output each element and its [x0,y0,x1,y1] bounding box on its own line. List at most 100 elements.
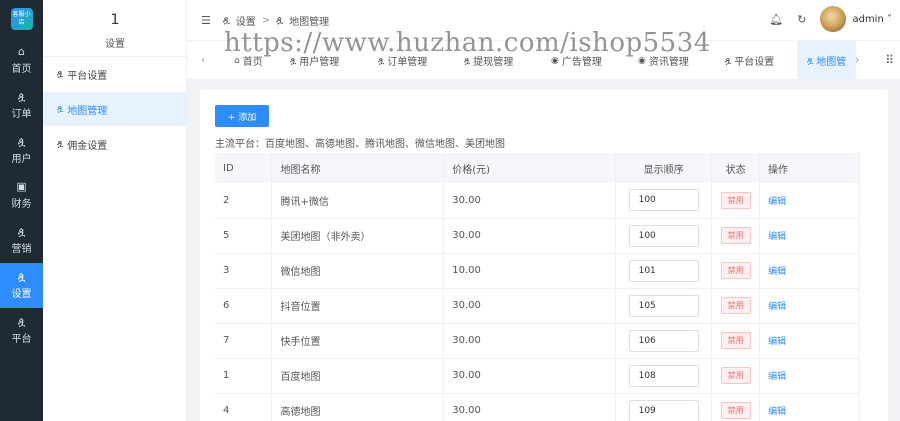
tab-6[interactable]: ዿ 平台设置 [725,41,774,80]
user-icon: ዿ [17,315,26,328]
rail-item-3[interactable]: ▣ 财务 [0,173,43,218]
sidebar-item-0[interactable]: ዿ 平台设置 [43,57,187,91]
cell-order [615,358,713,393]
sidebar-item-2[interactable]: ዿ 佣金设置 [43,127,187,161]
add-button[interactable]: + 添加 [215,105,269,127]
breadcrumb: ዿ 设置 > ዿ 地图管理 [223,13,335,28]
tab-label: 地图管 [816,57,847,68]
breadcrumb-item-map: 地图管理 [289,16,330,28]
home-icon: ⌂ [18,45,25,58]
map-management-card: + 添加 主流平台：百度地图、高德地图、腾讯地图、微信地图、美团地图 ID 地图… [200,90,888,421]
cell-status: 禁用 [711,183,761,218]
status-badge[interactable]: 禁用 [720,332,751,349]
edit-link[interactable]: 编辑 [768,232,786,242]
status-badge[interactable]: 禁用 [720,297,751,314]
status-badge[interactable]: 禁用 [720,227,751,244]
cell-status: 禁用 [711,218,761,253]
table-row: 2腾讯+微信30.00 禁用 编辑 [215,183,860,218]
rail-item-6[interactable]: ዿ 平台 [0,308,43,353]
cell-id: 6 [215,288,273,323]
grid-icon[interactable]: ⠿ [885,53,894,67]
cell-name: 快手位置 [271,323,445,358]
cell-order [615,253,713,288]
order-input[interactable] [628,224,699,247]
status-badge[interactable]: 禁用 [720,191,751,209]
rail-item-1[interactable]: ዿ 订单 [0,83,43,128]
rail-item-label: 财务 [11,199,32,210]
edit-link[interactable]: 编辑 [768,302,786,312]
cell-price: 30.00 [443,218,617,253]
cell-name: 腾讯+微信 [271,183,445,218]
table-row: 7快手位置30.00 禁用 编辑 [215,323,860,358]
edit-link[interactable]: 编辑 [768,407,786,417]
breadcrumb-item-settings[interactable]: 设置 [236,13,256,28]
rail-item-2[interactable]: ዿ 用户 [0,128,43,173]
order-input[interactable] [628,294,699,317]
app-logo[interactable]: 客服小店 [0,0,43,38]
cell-operation: 编辑 [759,358,860,393]
rail-item-5[interactable]: ዿ 设置 [0,263,43,308]
status-badge[interactable]: 禁用 [720,367,751,384]
cell-price: 30.00 [443,393,617,421]
edit-link[interactable]: 编辑 [768,267,786,277]
menu-fold-icon[interactable]: ☰ [201,14,211,27]
user-icon: ዿ [17,135,26,148]
cell-id: 7 [215,323,273,358]
cell-operation: 编辑 [759,183,860,218]
order-input[interactable] [628,364,699,387]
cell-name: 微信地图 [271,253,445,288]
cell-order [615,288,713,323]
cell-id: 4 [215,393,273,421]
cell-order [615,323,713,358]
tab-label: 平台设置 [734,57,775,68]
bell-icon[interactable]: 🔔︎ [769,13,783,26]
rail-item-label: 订单 [11,109,32,120]
sidebar-item-1[interactable]: ዿ 地图管理 [43,92,187,126]
cell-id: 1 [215,358,273,393]
user-icon: ዿ [725,55,732,66]
cell-operation: 编辑 [759,288,860,323]
chevron-right-icon[interactable]: › [855,53,859,66]
col-id: ID [215,153,273,183]
edit-link[interactable]: 编辑 [768,197,786,207]
tab-7[interactable]: ዿ 地图管 [797,41,857,80]
table-row: 6抖音位置30.00 禁用 编辑 [215,288,860,323]
user-icon: ዿ [57,139,64,149]
order-input[interactable] [628,189,699,212]
wallet-icon: ▣ [16,180,27,193]
user-icon: ዿ [276,14,284,26]
order-input[interactable] [628,399,699,421]
map-table: ID 地图名称 价格(元) 显示顺序 状态 操作 2腾讯+微信30.00禁用编辑… [215,153,860,421]
table-row: 4高德地图30.00 禁用 编辑 [215,393,860,421]
user-icon: ዿ [17,270,26,283]
username-menu[interactable]: admin ˅ [852,14,892,25]
table-row: 3微信地图10.00 禁用 编辑 [215,253,860,288]
table-row: 5美团地图（非外卖）30.00 禁用 编辑 [215,218,860,253]
rail-item-label: 用户 [11,154,32,165]
table-row: 1百度地图30.00 禁用 编辑 [215,358,860,393]
cell-status: 禁用 [711,288,761,323]
edit-link[interactable]: 编辑 [768,372,786,382]
sidebar-item-label: 平台设置 [67,70,108,82]
user-icon: ዿ [57,69,64,79]
cell-id: 3 [215,253,273,288]
cell-name: 抖音位置 [271,288,445,323]
chevron-left-icon[interactable]: ‹ [201,53,205,66]
order-input[interactable] [628,329,699,352]
col-operation: 操作 [759,153,860,183]
avatar[interactable] [820,6,847,32]
order-input[interactable] [628,259,699,282]
logo-mark: 客服小店 [10,8,33,30]
edit-link[interactable]: 编辑 [768,337,786,347]
cell-order [615,393,713,421]
rail-item-label: 平台 [11,334,32,345]
rail-item-0[interactable]: ⌂ 首页 [0,38,43,83]
watermark-text: https://www.huzhan.com/ishop5534 [224,28,711,58]
rail-item-4[interactable]: ዿ 营销 [0,218,43,263]
user-icon: ዿ [222,14,230,26]
status-badge[interactable]: 禁用 [720,262,751,279]
cell-price: 10.00 [443,253,617,288]
col-name: 地图名称 [271,153,445,183]
status-badge[interactable]: 禁用 [720,402,751,419]
refresh-icon[interactable]: ↻ [797,13,806,26]
